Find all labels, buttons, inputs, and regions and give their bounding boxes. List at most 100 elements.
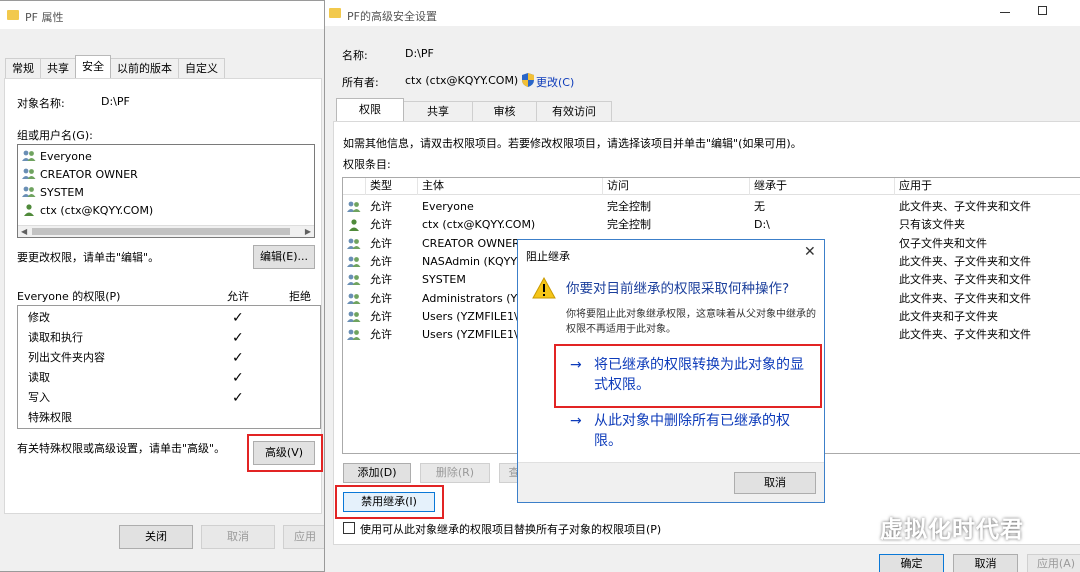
tab-audit[interactable]: 审核 <box>472 101 537 121</box>
advanced-highlight <box>247 434 323 472</box>
option-text: 限。 <box>594 433 622 449</box>
cell-type: 允许 <box>370 236 392 250</box>
ok-button[interactable]: 确定 <box>879 554 944 572</box>
users-group-icon <box>22 186 36 197</box>
users-group-icon <box>347 238 361 249</box>
group-user-label: 组或用户名(G): <box>17 129 93 142</box>
name-value: D:\PF <box>405 47 434 60</box>
remove-inherited-option[interactable]: → 从此对象中删除所有已继承的权 限。 <box>556 411 818 455</box>
change-owner-link[interactable]: 更改(C) <box>536 74 574 90</box>
minimize-icon[interactable] <box>1000 12 1010 13</box>
permission-name: 特殊权限 <box>28 411 72 424</box>
remove-button[interactable]: 删除(R) <box>420 463 490 483</box>
tab-security[interactable]: 安全 <box>75 55 111 78</box>
cell-principal: ctx (ctx@KQYY.COM) <box>422 218 536 232</box>
table-row[interactable]: 允许 Everyone 完全控制 无 此文件夹、子文件夹和文件 <box>343 198 1080 216</box>
cell-type: 允许 <box>370 291 392 305</box>
horizontal-scrollbar[interactable]: ◀ ▶ <box>18 225 314 237</box>
users-group-icon <box>22 168 36 179</box>
edit-button[interactable]: 编辑(E)... <box>253 245 315 269</box>
group-user-list[interactable]: Everyone CREATOR OWNER SYSTEM ctx (ctx@K… <box>17 144 315 238</box>
cell-applies: 此文件夹、子文件夹和文件 <box>899 328 1031 342</box>
users-group-icon <box>22 150 36 161</box>
allow-check-icon: ✓ <box>232 350 244 366</box>
list-item[interactable]: CREATOR OWNER <box>18 166 314 184</box>
cell-inherited: D:\ <box>754 218 770 232</box>
close-button[interactable]: 关闭 <box>119 525 193 549</box>
owner-value: ctx (ctx@KQYY.COM) <box>405 74 519 87</box>
cell-access: 完全控制 <box>607 200 651 213</box>
option-text: 从此对象中删除所有已继承的权 <box>594 413 790 429</box>
name-label: 名称: <box>342 49 368 62</box>
cell-applies: 只有该文件夹 <box>899 218 965 232</box>
scroll-left-icon[interactable]: ◀ <box>21 227 27 236</box>
list-item[interactable]: Everyone <box>18 148 314 166</box>
dialog-close-icon[interactable]: ✕ <box>804 244 816 260</box>
column-header[interactable]: 主体 <box>417 178 602 195</box>
permission-name: 读取和执行 <box>28 331 83 344</box>
permission-row: 写入 ✓ <box>18 388 320 408</box>
cell-applies: 此文件夹和子文件夹 <box>899 309 998 323</box>
tab-previous-versions[interactable]: 以前的版本 <box>110 58 179 78</box>
properties-title: PF 属性 <box>25 11 64 24</box>
column-header[interactable]: 应用于 <box>894 178 1080 195</box>
permission-name: 修改 <box>28 311 50 324</box>
scroll-thumb[interactable] <box>32 228 290 235</box>
dialog-cancel-button[interactable]: 取消 <box>734 472 816 494</box>
permissions-list: 修改 ✓ 读取和执行 ✓ 列出文件夹内容 ✓ 读取 ✓ 写入 ✓ 特殊权限 <box>17 305 321 429</box>
allow-check-icon: ✓ <box>232 310 244 326</box>
advanced-hint: 有关特殊权限或高级设置，请单击"高级"。 <box>17 442 226 455</box>
maximize-icon[interactable] <box>1038 6 1047 15</box>
column-header[interactable]: 访问 <box>602 178 750 195</box>
dialog-question: 你要对目前继承的权限采取何种操作? <box>566 281 790 297</box>
dialog-title: 阻止继承 <box>526 250 570 263</box>
users-group-icon <box>347 201 361 212</box>
add-button[interactable]: 添加(D) <box>343 463 411 483</box>
cell-inherited: 无 <box>754 200 765 213</box>
allow-check-icon: ✓ <box>232 390 244 406</box>
tab-general[interactable]: 常规 <box>5 58 41 78</box>
group-name: ctx (ctx@KQYY.COM) <box>40 204 154 217</box>
users-group-icon <box>347 274 361 286</box>
user-icon <box>24 204 34 216</box>
permission-name: 列出文件夹内容 <box>28 351 105 364</box>
cell-access: 完全控制 <box>607 218 651 232</box>
allow-check-icon: ✓ <box>232 330 244 346</box>
advanced-titlebar[interactable]: PF的高级安全设置 <box>325 0 1080 26</box>
scroll-right-icon[interactable]: ▶ <box>305 227 311 236</box>
cancel-button[interactable]: 取消 <box>201 525 275 549</box>
group-name: CREATOR OWNER <box>40 168 138 181</box>
advanced-tabs: 权限 共享 审核 有效访问 <box>336 98 612 121</box>
cell-type: 允许 <box>370 273 392 287</box>
tab-share[interactable]: 共享 <box>403 101 473 121</box>
replace-child-checkbox[interactable] <box>343 522 355 534</box>
security-panel: 对象名称: D:\PF 组或用户名(G): Everyone CREATOR O… <box>4 78 323 514</box>
permission-row: 列出文件夹内容 ✓ <box>18 348 320 368</box>
tab-permissions[interactable]: 权限 <box>336 98 404 121</box>
info-text: 如需其他信息，请双击权限项目。若要修改权限项目，请选择该项目并单击"编辑"(如果… <box>343 137 802 150</box>
cell-principal: Everyone <box>422 200 474 213</box>
cell-applies: 此文件夹、子文件夹和文件 <box>899 254 1031 268</box>
apply-button[interactable]: 应用 <box>283 525 325 549</box>
tab-sharing[interactable]: 共享 <box>40 58 76 78</box>
list-item[interactable]: ctx (ctx@KQYY.COM) <box>18 202 314 220</box>
users-group-icon <box>347 311 361 322</box>
folder-icon <box>329 8 341 18</box>
group-name: SYSTEM <box>40 186 84 199</box>
column-header[interactable]: 继承于 <box>749 178 897 195</box>
properties-titlebar[interactable]: PF 属性 <box>0 1 325 29</box>
table-row[interactable]: 允许 ctx (ctx@KQYY.COM) 完全控制 D:\ 只有该文件夹 <box>343 216 1080 234</box>
apply-button[interactable]: 应用(A) <box>1027 554 1080 572</box>
cell-type: 允许 <box>370 254 392 268</box>
tab-customize[interactable]: 自定义 <box>178 58 225 78</box>
permission-name: 读取 <box>28 371 50 384</box>
cell-type: 允许 <box>370 200 392 213</box>
column-header[interactable]: 类型 <box>365 178 417 195</box>
cancel-button[interactable]: 取消 <box>953 554 1018 572</box>
allow-check-icon: ✓ <box>232 370 244 386</box>
list-item[interactable]: SYSTEM <box>18 184 314 202</box>
dialog-description: 你将要阻止此对象继承权限，这意味着从父对象中继承的权限不再适用于此对象。 <box>566 309 816 335</box>
tab-effective-access[interactable]: 有效访问 <box>536 101 612 121</box>
convert-option-highlight <box>554 344 822 408</box>
dialog-footer: 取消 <box>518 462 824 502</box>
